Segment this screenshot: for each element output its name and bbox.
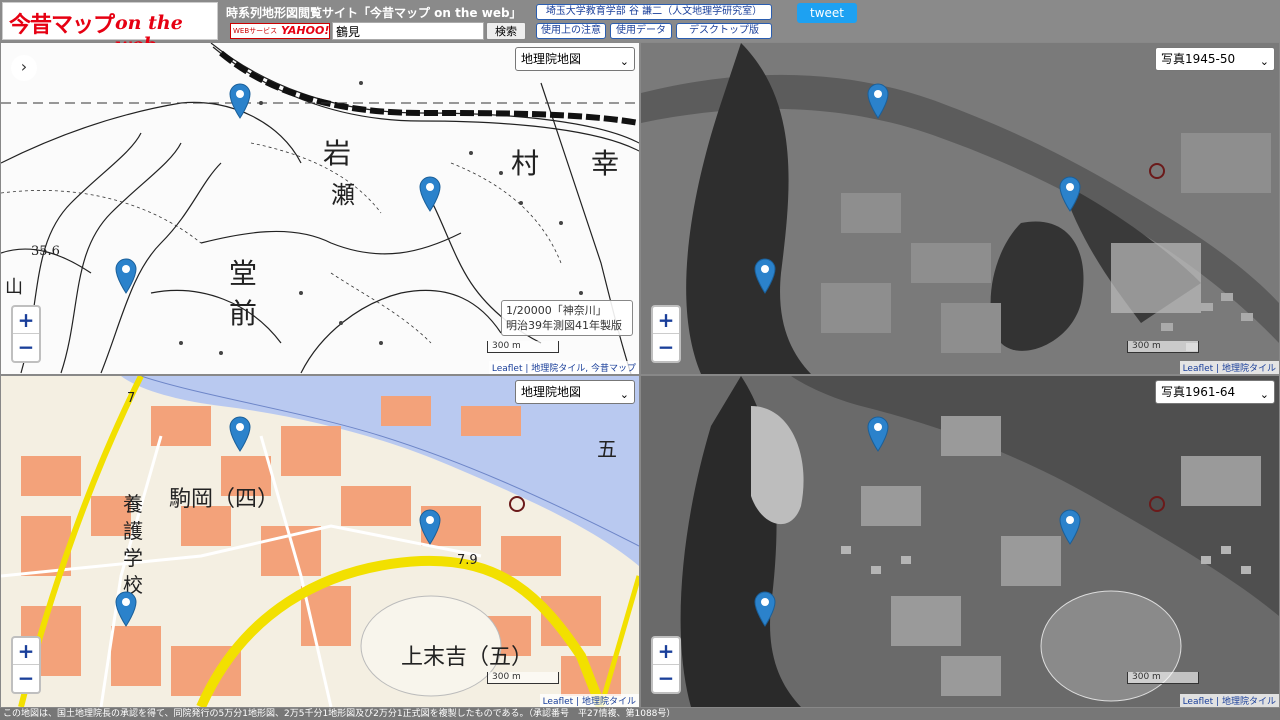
layer-select-value: 地理院地図: [521, 52, 582, 66]
layer-select-value: 写真1945-50: [1161, 52, 1236, 66]
map-label-school-1: 養: [123, 492, 143, 516]
map-label-school-2: 護: [123, 519, 143, 543]
map-marker-icon[interactable]: [1059, 176, 1081, 212]
layer-select-value: 地理院地図: [521, 385, 582, 399]
zoom-out-button[interactable]: −: [653, 334, 679, 361]
current-location-circle: [509, 496, 525, 512]
yahoo-logo: YAHOO!: [281, 24, 330, 37]
zoom-control: + −: [651, 305, 681, 363]
zoom-out-button[interactable]: −: [13, 665, 39, 692]
map-label-elevation: 7.9: [457, 553, 478, 568]
map-pane-bottom-right[interactable]: 写真1961-64 ⌄ + − 300 m Leaflet | 地理院タイル: [641, 376, 1279, 707]
zoom-control: + −: [11, 305, 41, 363]
map-label-mae: 前: [229, 297, 257, 330]
scale-bar: 300 m: [1127, 341, 1199, 353]
author-link[interactable]: 埼玉大学教育学部 谷 謙二（人文地理学研究室）: [536, 4, 772, 20]
map-edition-note: 1/20000「神奈川」 明治39年測図41年製版: [501, 300, 633, 336]
map-label-mura: 村: [511, 147, 539, 180]
map-attribution: Leaflet | 地理院タイル, 今昔マップ: [488, 361, 639, 374]
map-label-five: 五: [597, 437, 617, 461]
zoom-control: + −: [651, 636, 681, 694]
map-label-sachi: 幸: [591, 147, 619, 180]
zoom-in-button[interactable]: +: [13, 638, 39, 665]
zoom-out-button[interactable]: −: [13, 334, 39, 361]
map-label-do: 堂: [229, 257, 257, 290]
zoom-in-button[interactable]: +: [13, 307, 39, 334]
yahoo-badge-label: WEBサービス: [233, 27, 278, 35]
chevron-down-icon: ⌄: [1259, 388, 1269, 401]
chevron-down-icon: ⌄: [619, 388, 629, 401]
scale-bar: 300 m: [487, 672, 559, 684]
map-marker-icon[interactable]: [1059, 509, 1081, 545]
map-label-komaoka: 駒岡（四）: [169, 487, 279, 512]
site-title: 時系列地形図閲覧サイト「今昔マップ on the web」: [226, 6, 522, 20]
aerial-photo-1945: [641, 43, 1279, 374]
map-attribution: Leaflet | 地理院タイル: [1179, 361, 1279, 374]
tile-attribution-link[interactable]: 地理院タイル, 今昔マップ: [531, 364, 636, 374]
current-location-circle: [1149, 163, 1165, 179]
search-input[interactable]: [332, 22, 484, 40]
map-edition-scale: 1/20000「神奈川」: [506, 304, 607, 317]
layer-select-bottom-left[interactable]: 地理院地図 ⌄: [515, 380, 635, 404]
map-marker-icon[interactable]: [115, 258, 137, 294]
zoom-out-button[interactable]: −: [653, 665, 679, 692]
scale-bar: 300 m: [1127, 672, 1199, 684]
copyright-footer: この地図は、国土地理院長の承認を得て、同院発行の5万分1地形図、2万5千分1地形…: [0, 708, 1280, 720]
modern-gsi-map: 駒岡（四） 上末吉（五） 養 護 学 校 五 7.9 7: [1, 376, 639, 707]
map-label-se: 瀬: [331, 181, 355, 209]
map-label-elevation: 35.6: [31, 244, 60, 259]
expand-arrow-icon[interactable]: ›: [11, 55, 37, 81]
search-button[interactable]: 検索: [486, 22, 526, 40]
layer-select-top-left[interactable]: 地理院地図 ⌄: [515, 47, 635, 71]
site-logo[interactable]: 今昔マップ on the web: [2, 2, 218, 56]
map-marker-icon[interactable]: [419, 509, 441, 545]
map-marker-icon[interactable]: [754, 258, 776, 294]
aerial-photo-1961: [641, 376, 1279, 707]
tile-attribution-link[interactable]: 地理院タイル: [582, 697, 636, 707]
current-location-circle: [1149, 496, 1165, 512]
map-label-number: 7: [127, 391, 135, 406]
map-marker-icon[interactable]: [229, 83, 251, 119]
desktop-version-link[interactable]: デスクトップ版: [676, 23, 772, 39]
yahoo-web-services-badge[interactable]: WEBサービス YAHOO!: [230, 23, 330, 39]
tile-attribution-link[interactable]: 地理院タイル: [1222, 697, 1276, 707]
logo-japanese: 今昔マップ: [9, 13, 115, 38]
map-marker-icon[interactable]: [867, 83, 889, 119]
map-edition-survey: 明治39年測図41年製版: [506, 319, 622, 332]
leaflet-link[interactable]: Leaflet: [543, 697, 574, 707]
map-marker-icon[interactable]: [115, 591, 137, 627]
map-marker-icon[interactable]: [419, 176, 441, 212]
leaflet-link[interactable]: Leaflet: [1183, 697, 1214, 707]
map-label-yama: 山: [5, 277, 23, 298]
map-marker-icon[interactable]: [867, 416, 889, 452]
map-pane-bottom-left[interactable]: 駒岡（四） 上末吉（五） 養 護 学 校 五 7.9 7 地理院地図 ⌄ + − …: [1, 376, 639, 707]
chevron-down-icon: ⌄: [619, 55, 629, 68]
leaflet-link[interactable]: Leaflet: [1183, 364, 1214, 374]
chevron-down-icon: ⌄: [1259, 55, 1269, 68]
map-marker-icon[interactable]: [229, 416, 251, 452]
layer-select-bottom-right[interactable]: 写真1961-64 ⌄: [1155, 380, 1275, 404]
layer-select-top-right[interactable]: 写真1945-50 ⌄: [1155, 47, 1275, 71]
zoom-in-button[interactable]: +: [653, 638, 679, 665]
map-label-iwa: 岩: [323, 137, 351, 170]
tile-attribution-link[interactable]: 地理院タイル: [1222, 364, 1276, 374]
data-used-link[interactable]: 使用データ: [610, 23, 672, 39]
layer-select-value: 写真1961-64: [1161, 385, 1236, 399]
map-pane-top-right[interactable]: 写真1945-50 ⌄ + − 300 m Leaflet | 地理院タイル: [641, 43, 1279, 374]
zoom-in-button[interactable]: +: [653, 307, 679, 334]
imamukashi-app: 今昔マップ on the web 時系列地形図閲覧サイト「今昔マップ on th…: [0, 0, 1280, 720]
leaflet-link[interactable]: Leaflet: [492, 364, 523, 374]
map-label-kamisueyoshi: 上末吉（五）: [401, 645, 533, 670]
map-attribution: Leaflet | 地理院タイル: [1179, 694, 1279, 707]
tweet-button[interactable]: tweet: [797, 3, 857, 23]
map-pane-top-left[interactable]: 岩 瀬 村 幸 堂 前 山 35.6 › 地理院地図 ⌄ 1/20000「神奈川」…: [1, 43, 639, 374]
usage-notes-link[interactable]: 使用上の注意: [536, 23, 606, 39]
scale-bar: 300 m: [487, 341, 559, 353]
map-attribution: Leaflet | 地理院タイル: [539, 694, 639, 707]
map-marker-icon[interactable]: [754, 591, 776, 627]
header-bar: 今昔マップ on the web 時系列地形図閲覧サイト「今昔マップ on th…: [0, 0, 1280, 56]
map-label-school-3: 学: [123, 546, 143, 570]
zoom-control: + −: [11, 636, 41, 694]
